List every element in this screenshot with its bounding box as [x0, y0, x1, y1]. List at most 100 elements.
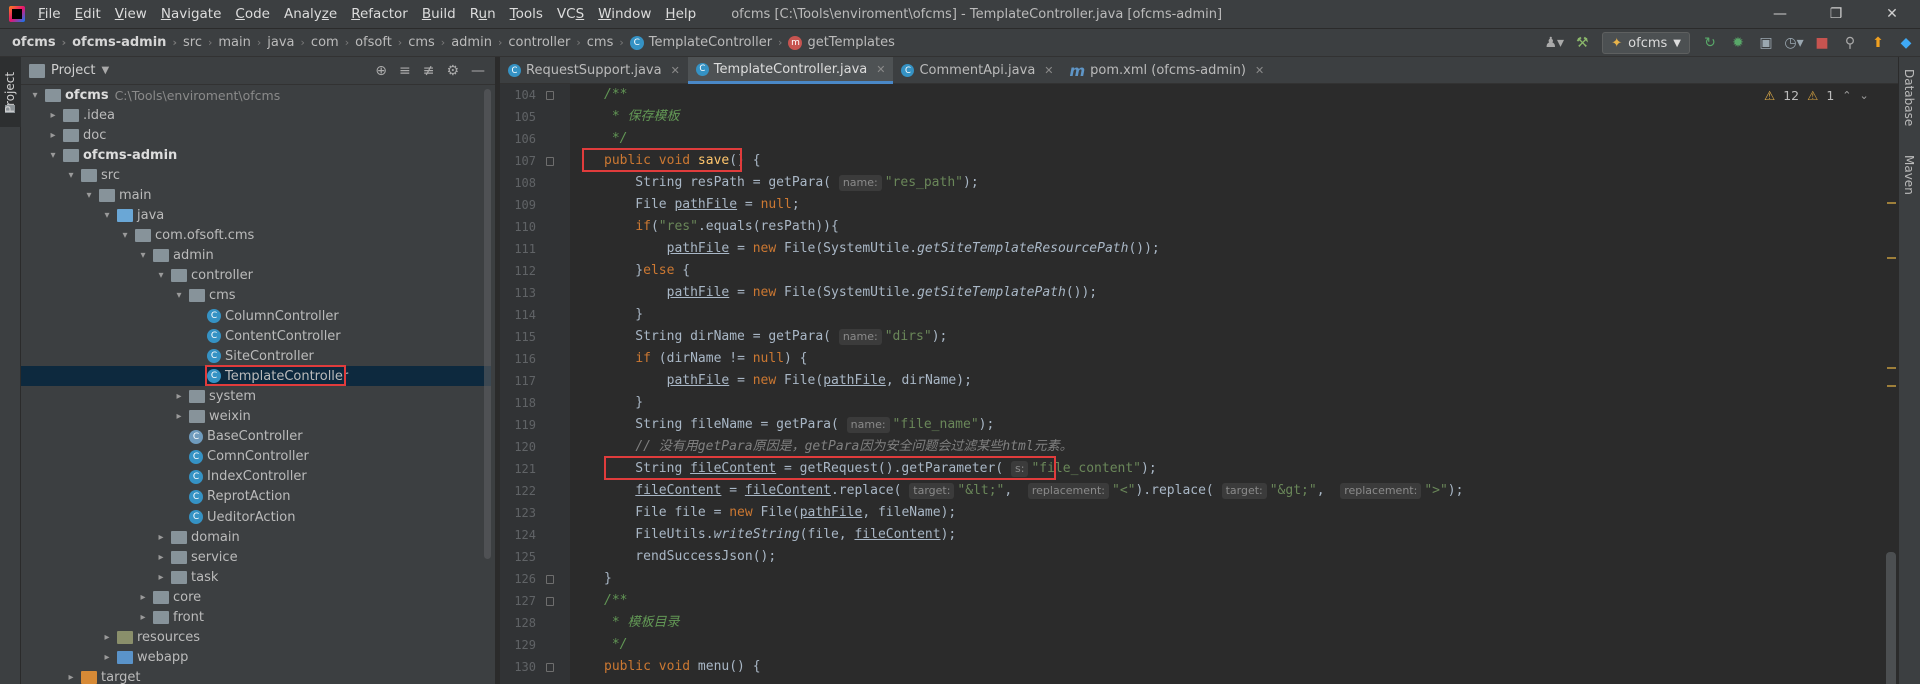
collapse-all-icon[interactable]: ≢: [423, 63, 435, 79]
breadcrumb-item[interactable]: ofcms ›: [8, 35, 68, 50]
breadcrumb-item[interactable]: controller ›: [504, 35, 582, 50]
inspection-widget[interactable]: ⚠ 12 ⚠ 1 ⌃ ⌄: [1758, 84, 1898, 106]
menu-item[interactable]: Run: [463, 0, 503, 28]
breadcrumb-item[interactable]: cms ›: [404, 35, 447, 50]
chevron-down-icon[interactable]: ▾: [27, 90, 43, 101]
project-panel-title[interactable]: Project: [51, 63, 95, 78]
chevron-down-icon[interactable]: ▾: [45, 150, 61, 161]
chevron-right-icon[interactable]: ▸: [135, 592, 151, 603]
breadcrumb-item[interactable]: admin ›: [447, 35, 504, 50]
stop-icon[interactable]: ■: [1810, 32, 1834, 54]
chevron-down-icon[interactable]: ▾: [81, 190, 97, 201]
menu-item[interactable]: Edit: [68, 0, 108, 28]
chevron-right-icon[interactable]: ▸: [45, 130, 61, 141]
menu-item[interactable]: Tools: [503, 0, 550, 28]
tree-item[interactable]: C SiteController: [21, 346, 491, 366]
tree-item[interactable]: ▾ controller: [21, 266, 491, 286]
fold-icon[interactable]: [546, 663, 554, 672]
tree-item[interactable]: ▾ ofcms-admin: [21, 145, 491, 165]
menu-item[interactable]: View: [108, 0, 154, 28]
gear-icon[interactable]: ⚙: [446, 63, 459, 79]
close-icon[interactable]: ✕: [1255, 64, 1264, 77]
chevron-down-icon[interactable]: ▾: [117, 230, 133, 241]
minimize-button[interactable]: —: [1752, 0, 1808, 28]
user-icon[interactable]: ♟▾: [1542, 32, 1566, 54]
menu-item[interactable]: Analyze: [277, 0, 344, 28]
chevron-down-icon[interactable]: ▾: [135, 250, 151, 261]
editor-tab[interactable]: C TemplateController.java ✕: [687, 57, 894, 84]
tree-item[interactable]: ▸ task: [21, 567, 491, 587]
update-icon[interactable]: ⬆: [1866, 32, 1890, 54]
code-area[interactable]: 104/** 105 * 保存模板 106 */ 107 public void …: [514, 84, 1830, 684]
tree-item[interactable]: ▸ front: [21, 607, 491, 627]
tree-item[interactable]: ▸ domain: [21, 527, 491, 547]
breadcrumb-item[interactable]: com ›: [307, 35, 351, 50]
debug-bug-icon[interactable]: ✹: [1726, 32, 1750, 54]
chevron-up-icon[interactable]: ⌃: [1842, 89, 1851, 102]
tree-item[interactable]: ▸ weixin: [21, 407, 491, 427]
coverage-icon[interactable]: ▣: [1754, 32, 1778, 54]
breadcrumb-item[interactable]: ofcms-admin ›: [68, 35, 179, 50]
database-tool-tab[interactable]: Database: [1902, 69, 1916, 126]
tree-item[interactable]: ▾ com.ofsoft.cms: [21, 226, 491, 246]
close-window-button[interactable]: ✕: [1864, 0, 1920, 28]
tree-item[interactable]: C ContentController: [21, 326, 491, 346]
tree-item[interactable]: C IndexController: [21, 467, 491, 487]
chevron-right-icon[interactable]: ▸: [153, 552, 169, 563]
chevron-right-icon[interactable]: ▸: [153, 532, 169, 543]
tree-item[interactable]: C BaseController: [21, 427, 491, 447]
menu-item[interactable]: Refactor: [344, 0, 415, 28]
tree-item[interactable]: ▾ main: [21, 185, 491, 205]
tree-item[interactable]: ▾ cms: [21, 286, 491, 306]
expand-all-icon[interactable]: ≡: [399, 63, 411, 79]
editor-tab[interactable]: C CommentApi.java ✕: [893, 57, 1061, 84]
chevron-down-icon[interactable]: ▾: [171, 290, 187, 301]
locate-icon[interactable]: ⊕: [375, 63, 387, 79]
chevron-right-icon[interactable]: ▸: [45, 110, 61, 121]
tree-item[interactable]: ▾ src: [21, 165, 491, 185]
tree-item[interactable]: ▸ .idea: [21, 105, 491, 125]
editor-scrollbar[interactable]: [1884, 117, 1898, 684]
project-tool-tab[interactable]: Project: [0, 57, 21, 127]
tree-item[interactable]: ▾ admin: [21, 246, 491, 266]
breadcrumb-item[interactable]: java ›: [263, 35, 307, 50]
breadcrumb-item[interactable]: C TemplateController ›: [626, 35, 785, 50]
breadcrumb-item[interactable]: cms ›: [583, 35, 626, 50]
editor-tab[interactable]: m pom.xml (ofcms-admin) ✕: [1062, 57, 1273, 84]
tree-item[interactable]: C ColumnController: [21, 306, 491, 326]
chevron-right-icon[interactable]: ▸: [153, 572, 169, 583]
chevron-right-icon[interactable]: ▸: [99, 652, 115, 663]
menu-item[interactable]: Code: [228, 0, 277, 28]
menu-item[interactable]: Help: [658, 0, 703, 28]
tree-item[interactable]: ▾ ofcms C:\Tools\enviroment\ofcms: [21, 85, 491, 105]
chevron-right-icon[interactable]: ▸: [63, 672, 79, 683]
menu-item[interactable]: VCS: [550, 0, 591, 28]
rerun-icon[interactable]: ↻: [1698, 32, 1722, 54]
tree-item[interactable]: ▸ service: [21, 547, 491, 567]
editor-tab[interactable]: C RequestSupport.java ✕: [500, 57, 688, 84]
chevron-down-icon[interactable]: ▾: [63, 170, 79, 181]
restore-button[interactable]: ❐: [1808, 0, 1864, 28]
close-icon[interactable]: ✕: [671, 64, 680, 77]
chevron-down-icon[interactable]: ▾: [153, 270, 169, 281]
tree-item[interactable]: ▸ core: [21, 587, 491, 607]
breadcrumb-item[interactable]: src ›: [179, 35, 214, 50]
close-icon[interactable]: ✕: [1044, 64, 1053, 77]
tree-item[interactable]: ▾ java: [21, 206, 491, 226]
chevron-down-icon[interactable]: ⌄: [1860, 89, 1869, 102]
menu-item[interactable]: Navigate: [154, 0, 229, 28]
tree-item[interactable]: C ComnController: [21, 447, 491, 467]
fold-icon[interactable]: [546, 597, 554, 606]
breadcrumb-item[interactable]: m getTemplates: [784, 35, 896, 50]
breadcrumb-item[interactable]: ofsoft ›: [351, 35, 404, 50]
chevron-right-icon[interactable]: ▸: [171, 391, 187, 402]
fold-icon[interactable]: [546, 575, 554, 584]
tree-item[interactable]: C UeditorAction: [21, 507, 491, 527]
breadcrumb-item[interactable]: main ›: [214, 35, 263, 50]
chevron-right-icon[interactable]: ▸: [135, 612, 151, 623]
project-scrollbar[interactable]: [484, 89, 491, 559]
tree-item[interactable]: ▸ doc: [21, 125, 491, 145]
chevron-down-icon[interactable]: ▼: [101, 65, 109, 76]
close-icon[interactable]: ✕: [876, 63, 885, 76]
run-config-select[interactable]: ✦ ofcms ▼: [1602, 32, 1690, 54]
